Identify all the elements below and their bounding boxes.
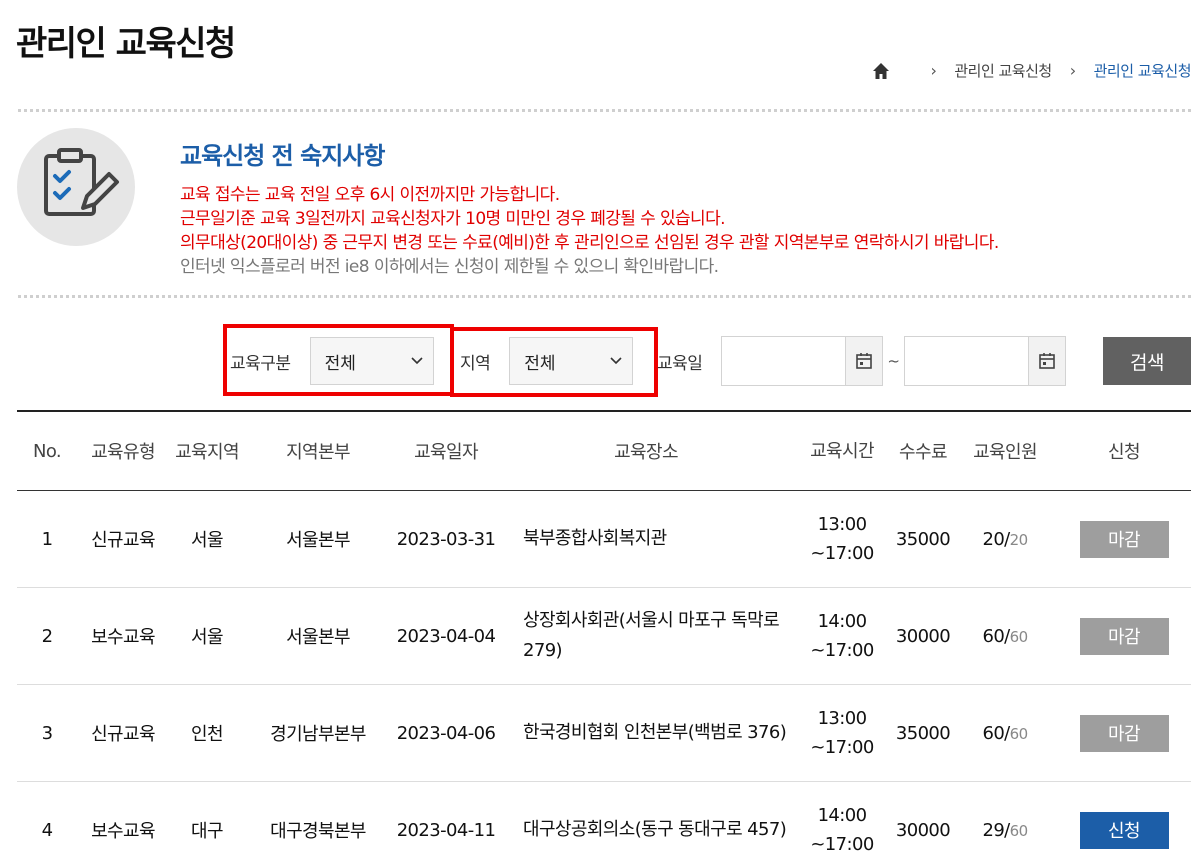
cell-place: 상장회사회관(서울시 마포구 독막로 279) xyxy=(523,610,780,661)
cell-fee: 35000 xyxy=(895,722,951,744)
calendar-icon[interactable] xyxy=(1028,337,1065,385)
header-no: No. xyxy=(32,440,62,462)
header-fee: 수수료 xyxy=(899,442,947,463)
closed-button[interactable]: 마감 xyxy=(1079,520,1169,558)
breadcrumb-current[interactable]: 관리인 교육신청 xyxy=(1094,60,1192,81)
chevron-down-icon xyxy=(610,357,622,365)
cell-apply: 신청 xyxy=(1057,811,1191,849)
table-header: No. 교육유형 교육지역 지역본부 교육일자 교육장소 교육시간 수수료 교육… xyxy=(17,412,1191,491)
header-apply: 신청 xyxy=(1108,442,1141,463)
cell-no: 1 xyxy=(41,528,53,550)
divider xyxy=(18,109,1191,112)
closed-button[interactable]: 마감 xyxy=(1079,617,1169,655)
cell-time: 14:00 ~17:00 xyxy=(810,611,874,661)
divider xyxy=(18,295,1191,298)
region-filter: 지역 전체 xyxy=(460,336,634,386)
cell-hq: 경기남부본부 xyxy=(270,724,366,745)
header-date: 교육일자 xyxy=(414,442,478,463)
breadcrumb: › 관리인 교육신청 › 관리인 교육신청 xyxy=(872,60,1192,81)
home-icon[interactable] xyxy=(872,62,890,80)
cell-apply: 마감 xyxy=(1057,520,1191,558)
cell-type: 신규교육 xyxy=(91,530,155,551)
chevron-right-icon: › xyxy=(930,61,937,80)
table-row: 3 신규교육 인천 경기남부본부 2023-04-06 한국경비협회 인천본부(… xyxy=(17,685,1191,782)
cell-count: 20/20 xyxy=(982,528,1028,550)
table-row: 4 보수교육 대구 대구경북본부 2023-04-11 대구상공회의소(동구 동… xyxy=(17,782,1191,853)
cell-region: 서울 xyxy=(191,530,224,551)
notice-title: 교육신청 전 숙지사항 xyxy=(180,142,385,170)
notice-text: 교육 접수는 교육 전일 오후 6시 이전까지만 가능합니다. 근무일기준 교육… xyxy=(180,183,999,279)
cell-place: 북부종합사회복지관 xyxy=(523,528,667,549)
notice-line: 근무일기준 교육 3일전까지 교육신청자가 10명 미만인 경우 폐강될 수 있… xyxy=(180,209,726,229)
date-to-input[interactable] xyxy=(904,336,1066,386)
header-place: 교육장소 xyxy=(614,442,678,463)
cell-fee: 30000 xyxy=(895,625,951,647)
header-time: 교육시간 xyxy=(810,440,874,462)
date-filter: 교육일 ~ xyxy=(657,336,1066,386)
header-type: 교육유형 xyxy=(91,442,155,463)
cell-hq: 대구경북본부 xyxy=(270,821,366,842)
cell-no: 4 xyxy=(41,819,53,841)
cell-date: 2023-04-06 xyxy=(396,722,496,744)
cell-fee: 30000 xyxy=(895,819,951,841)
cell-time: 13:00 ~17:00 xyxy=(810,708,874,758)
cell-type: 보수교육 xyxy=(91,627,155,648)
page-title: 관리인 교육신청 xyxy=(16,24,236,64)
closed-button[interactable]: 마감 xyxy=(1079,714,1169,752)
cell-fee: 35000 xyxy=(895,528,951,550)
chevron-right-icon: › xyxy=(1069,61,1076,80)
cell-type: 신규교육 xyxy=(91,724,155,745)
date-range-separator: ~ xyxy=(887,352,900,370)
cell-date: 2023-04-04 xyxy=(396,625,496,647)
notice-line: 인터넷 익스플로러 버전 ie8 이하에서는 신청이 제한될 수 있으니 확인바… xyxy=(180,257,719,277)
cell-no: 2 xyxy=(41,625,53,647)
chevron-down-icon xyxy=(410,357,423,365)
cell-type: 보수교육 xyxy=(91,821,155,842)
notice-line: 교육 접수는 교육 전일 오후 6시 이전까지만 가능합니다. xyxy=(180,185,560,205)
cell-apply: 마감 xyxy=(1057,617,1191,655)
header-count: 교육인원 xyxy=(973,442,1037,463)
cell-region: 대구 xyxy=(191,821,224,842)
cell-count: 60/60 xyxy=(982,625,1028,647)
header-region: 교육지역 xyxy=(175,442,239,463)
date-from-input[interactable] xyxy=(721,336,884,386)
cell-time: 14:00 ~17:00 xyxy=(810,805,874,853)
clipboard-check-icon xyxy=(17,128,135,246)
header-hq: 지역본부 xyxy=(286,442,350,463)
cell-apply: 마감 xyxy=(1057,714,1191,752)
cell-place: 한국경비협회 인천본부(백범로 376) xyxy=(523,722,787,743)
cell-hq: 서울본부 xyxy=(286,530,350,551)
region-select[interactable]: 전체 xyxy=(509,337,634,385)
type-select-value: 전체 xyxy=(324,353,356,374)
cell-place: 대구상공회의소(동구 동대구로 457) xyxy=(523,819,787,840)
table-row: 1 신규교육 서울 서울본부 2023-03-31 북부종합사회복지관 13:0… xyxy=(17,491,1191,588)
cell-region: 서울 xyxy=(191,627,224,648)
type-filter: 교육구분 전체 xyxy=(230,336,434,386)
education-table: No. 교육유형 교육지역 지역본부 교육일자 교육장소 교육시간 수수료 교육… xyxy=(17,410,1191,853)
cell-no: 3 xyxy=(41,722,53,744)
table-row: 2 보수교육 서울 서울본부 2023-04-04 상장회사회관(서울시 마포구… xyxy=(17,588,1191,685)
cell-hq: 서울본부 xyxy=(286,627,350,648)
cell-date: 2023-04-11 xyxy=(396,819,496,841)
calendar-icon[interactable] xyxy=(845,337,883,385)
cell-count: 60/60 xyxy=(982,722,1028,744)
type-select[interactable]: 전체 xyxy=(309,337,434,385)
region-filter-label: 지역 xyxy=(460,353,491,374)
breadcrumb-item[interactable]: 관리인 교육신청 xyxy=(954,60,1052,81)
notice-line: 의무대상(20대이상) 중 근무지 변경 또는 수료(예비)한 후 관리인으로 … xyxy=(180,233,999,253)
cell-date: 2023-03-31 xyxy=(396,528,496,550)
search-button[interactable]: 검색 xyxy=(1103,337,1191,385)
type-filter-label: 교육구분 xyxy=(230,353,291,374)
region-select-value: 전체 xyxy=(524,353,556,374)
cell-time: 13:00 ~17:00 xyxy=(810,514,874,564)
apply-button[interactable]: 신청 xyxy=(1079,811,1169,849)
cell-count: 29/60 xyxy=(982,819,1028,841)
date-filter-label: 교육일 xyxy=(657,353,703,374)
cell-region: 인천 xyxy=(191,724,224,745)
